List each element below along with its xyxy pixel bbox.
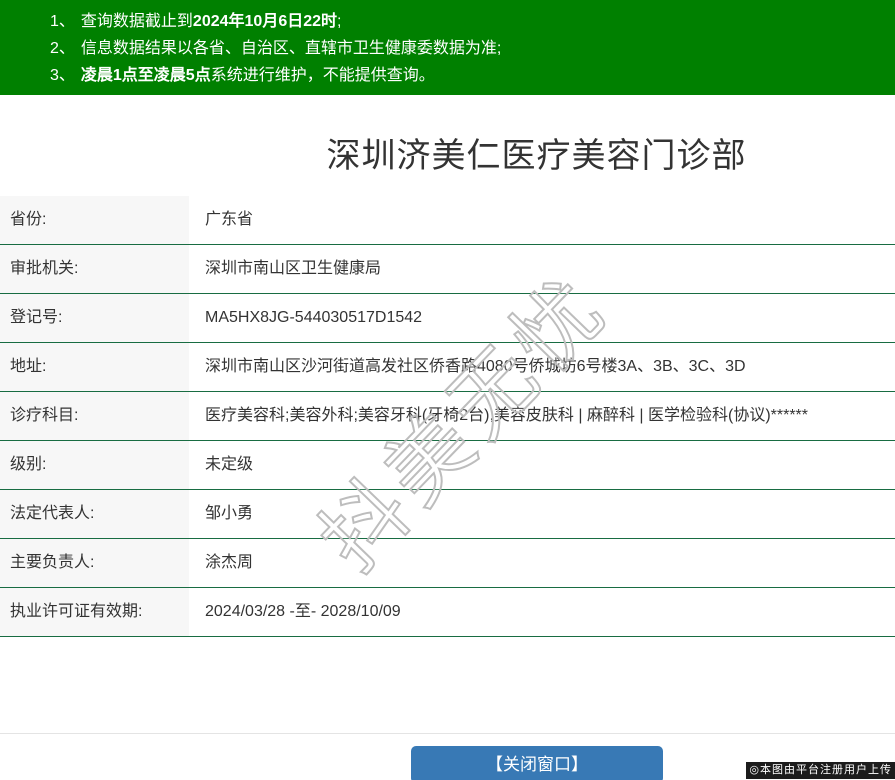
row-value: 深圳市南山区卫生健康局 [205, 260, 382, 277]
row-label: 省份: [0, 196, 189, 244]
notice-line-2: 2、 信息数据结果以各省、自治区、直辖市卫生健康委数据为准; [50, 35, 885, 62]
notice-text: 查询数据截止到 [80, 13, 193, 30]
row-label: 审批机关: [0, 245, 189, 293]
page-title: 深圳济美仁医疗美容门诊部 [326, 137, 747, 175]
table-row: 法定代表人: 邹小勇 [0, 490, 895, 539]
table-row: 省份: 广东省 [0, 196, 895, 245]
notice-number: 3、 [50, 67, 75, 84]
row-label: 登记号: [0, 294, 189, 342]
notice-line-1: 1、 查询数据截止到2024年10月6日22时; [50, 8, 885, 35]
notice-text: 系统进行维护，不能提供查询。 [210, 67, 435, 84]
table-row: 诊疗科目: 医疗美容科;美容外科;美容牙科(牙椅2台);美容皮肤科 | 麻醉科 … [0, 392, 895, 441]
table-row: 主要负责人: 涂杰周 [0, 539, 895, 588]
row-value: 广东省 [205, 211, 254, 228]
notice-number: 2、 [50, 40, 75, 57]
row-value: 医疗美容科;美容外科;美容牙科(牙椅2台);美容皮肤科 | 麻醉科 | 医学检验… [205, 407, 809, 424]
notice-text: 信息数据结果以各省、自治区、直辖市卫生健康委数据为准; [80, 40, 502, 57]
row-value: 2024/03/28 -至- 2028/10/09 [205, 603, 401, 620]
row-value: 未定级 [205, 456, 254, 473]
table-row: 级别: 未定级 [0, 441, 895, 490]
row-value: 邹小勇 [205, 505, 254, 522]
row-label: 执业许可证有效期: [0, 588, 189, 636]
bottom-divider [0, 733, 895, 734]
notice-line-3: 3、 凌晨1点至凌晨5点系统进行维护，不能提供查询。 [50, 62, 885, 89]
row-label: 地址: [0, 343, 189, 391]
row-value: MA5HX8JG-544030517D1542 [205, 309, 423, 326]
row-value: 深圳市南山区沙河街道高发社区侨香路4080号侨城坊6号楼3A、3B、3C、3D [205, 358, 746, 375]
query-result-page: 1、 查询数据截止到2024年10月6日22时; 2、 信息数据结果以各省、自治区、… [0, 0, 895, 780]
table-row: 执业许可证有效期: 2024/03/28 -至- 2028/10/09 [0, 588, 895, 637]
notice-banner: 1、 查询数据截止到2024年10月6日22时; 2、 信息数据结果以各省、自治区、… [0, 0, 895, 95]
table-row: 登记号: MA5HX8JG-544030517D1542 [0, 294, 895, 343]
notice-number: 1、 [50, 13, 75, 30]
table-row: 审批机关: 深圳市南山区卫生健康局 [0, 245, 895, 294]
row-label: 法定代表人: [0, 490, 189, 538]
close-window-button[interactable]: 【关闭窗口】 [411, 746, 663, 780]
row-label: 诊疗科目: [0, 392, 189, 440]
notice-text: ; [337, 13, 342, 30]
institution-info-table: 省份: 广东省 审批机关: 深圳市南山区卫生健康局 登记号: MA5HX8JG-… [0, 196, 895, 637]
row-value: 涂杰周 [205, 554, 254, 571]
notice-text-bold: 2024年10月6日22时 [192, 13, 338, 30]
row-label: 主要负责人: [0, 539, 189, 587]
notice-text-bold: 凌晨1点至凌晨5点 [80, 67, 211, 84]
upload-credit-label: ◎本图由平台注册用户上传 [746, 762, 895, 779]
row-label: 级别: [0, 441, 189, 489]
table-row: 地址: 深圳市南山区沙河街道高发社区侨香路4080号侨城坊6号楼3A、3B、3C… [0, 343, 895, 392]
